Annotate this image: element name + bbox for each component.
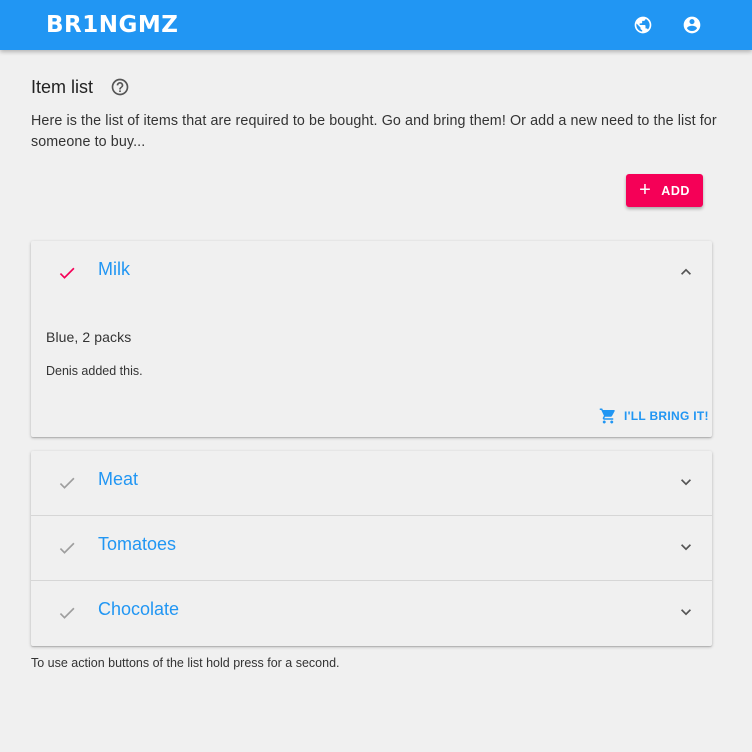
title-row: Item list (31, 74, 130, 100)
app-logo[interactable]: BR1NGMZ (46, 12, 178, 38)
footnote: To use action buttons of the list hold p… (31, 656, 340, 670)
chevron-up-icon[interactable] (676, 262, 696, 282)
help-icon[interactable] (110, 77, 130, 97)
list-item[interactable]: Meat (31, 451, 712, 515)
account-circle-icon[interactable] (682, 15, 702, 35)
item-name: Tomatoes (98, 534, 177, 554)
bring-it-button[interactable]: I'LL BRING IT! (599, 406, 709, 426)
item-description: Blue, 2 packs (46, 329, 132, 345)
chevron-down-icon[interactable] (676, 537, 696, 557)
item-header-milk[interactable]: Milk (31, 241, 712, 305)
item-name: Meat (98, 469, 139, 489)
add-button[interactable]: + ADD (626, 174, 703, 207)
page-title: Item list (31, 76, 94, 97)
item-name: Chocolate (98, 599, 180, 619)
app-bar: BR1NGMZ (0, 0, 752, 50)
expanded-item-panel: Milk Blue, 2 packs Denis added this. I'L… (31, 241, 712, 437)
check-icon[interactable] (57, 603, 77, 623)
plus-icon: + (639, 178, 652, 201)
item-list-panel: Meat Tomatoes Chocolate (31, 451, 712, 646)
add-button-label: ADD (661, 183, 690, 198)
check-icon[interactable] (57, 263, 77, 283)
list-item[interactable]: Tomatoes (31, 516, 712, 580)
cart-icon (599, 407, 617, 425)
check-icon[interactable] (57, 538, 77, 558)
bring-it-label: I'LL BRING IT! (624, 409, 709, 423)
check-icon[interactable] (57, 473, 77, 493)
chevron-down-icon[interactable] (676, 472, 696, 492)
item-added-by: Denis added this. (46, 364, 143, 378)
chevron-down-icon[interactable] (676, 602, 696, 622)
globe-icon[interactable] (633, 15, 653, 35)
list-item[interactable]: Chocolate (31, 581, 712, 645)
intro-text: Here is the list of items that are requi… (31, 113, 717, 150)
item-name: Milk (98, 259, 130, 279)
